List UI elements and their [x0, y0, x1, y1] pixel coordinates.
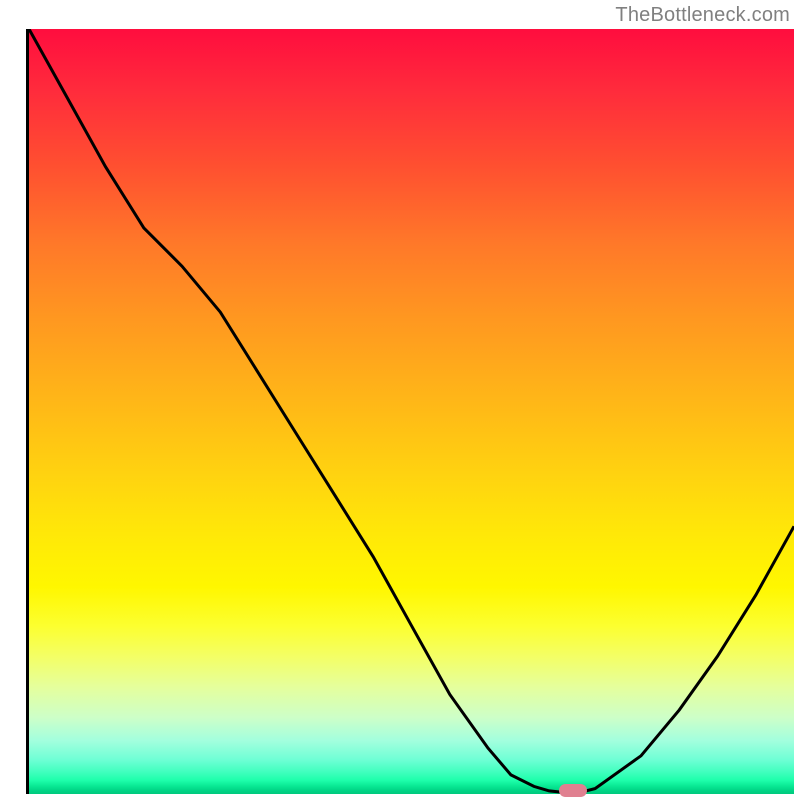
curve-svg: [29, 29, 794, 794]
optimal-marker: [559, 784, 587, 797]
chart-plot-area: [29, 29, 794, 794]
bottleneck-curve: [29, 29, 794, 793]
attribution-text: TheBottleneck.com: [615, 4, 790, 27]
